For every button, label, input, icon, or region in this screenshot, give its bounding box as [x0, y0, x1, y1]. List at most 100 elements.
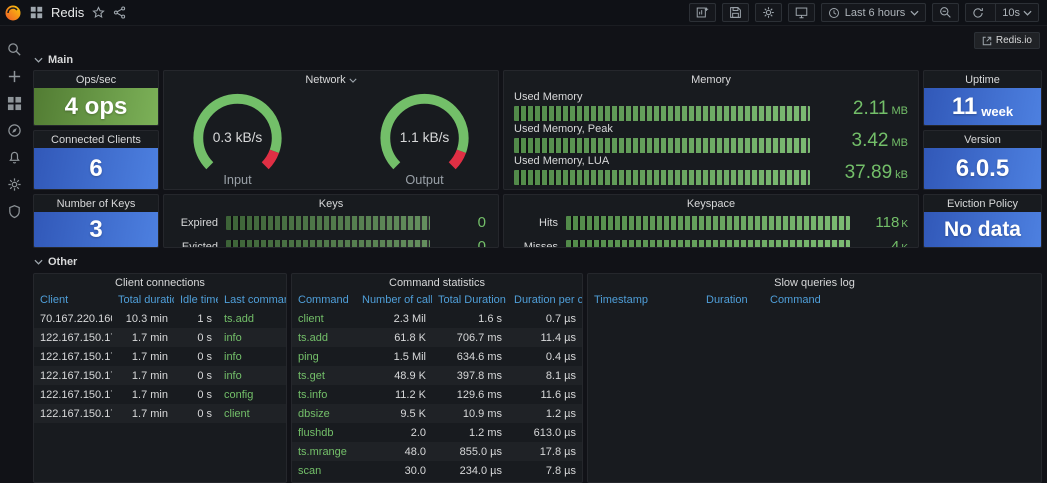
- star-icon[interactable]: [92, 6, 106, 19]
- dashboard-settings-button[interactable]: [754, 3, 782, 22]
- column-header-client[interactable]: Client: [34, 291, 112, 309]
- table-row: 122.167.150.17... 1.7 min 0 s info: [34, 366, 286, 385]
- number-of-keys-stat: 3: [34, 212, 158, 247]
- keyspace-row: Hits 118 K: [514, 214, 908, 232]
- network-gauges: 0.3 kB/s Input 1.1 kB/s Output: [164, 88, 498, 189]
- refresh-icon: [972, 7, 984, 19]
- redis-io-link[interactable]: Redis.io: [973, 32, 1040, 49]
- grafana-logo[interactable]: [4, 4, 22, 22]
- zoom-out-icon: [939, 6, 952, 19]
- section-main-label: Main: [48, 54, 74, 66]
- column-header-duration-per-call[interactable]: Duration per call: [508, 291, 582, 309]
- time-range-picker[interactable]: Last 6 hours: [820, 3, 927, 22]
- panel-title[interactable]: Command statistics: [292, 274, 582, 291]
- bar-gauge-value: 3.42 MB: [851, 130, 908, 151]
- table-row: flushdb 2.0 1.2 ms 613.0 µs: [298, 426, 576, 439]
- save-dashboard-button[interactable]: [721, 3, 749, 22]
- table-row: ts.get 48.9 K 397.8 ms 8.1 µs: [292, 366, 582, 385]
- uptime-stat: 11 week: [924, 88, 1041, 125]
- section-other[interactable]: Other: [33, 254, 1042, 272]
- search-icon[interactable]: [5, 40, 23, 58]
- panel-title[interactable]: Keys: [164, 195, 498, 212]
- refresh-picker[interactable]: 10s: [965, 3, 1039, 22]
- bar-gauge-value: 4K: [890, 238, 908, 248]
- redis-io-link-label: Redis.io: [995, 35, 1032, 46]
- panel-keys: Keys Expired 0 Evicted 0: [163, 194, 499, 248]
- column-header-total-duration[interactable]: Total duratio↓: [112, 291, 174, 309]
- configuration-gear-icon[interactable]: [5, 175, 23, 193]
- output-gauge-label: Output: [405, 172, 444, 187]
- ops-sec-stat: 4 ops: [34, 88, 158, 125]
- bar-gauge: [514, 138, 810, 153]
- panel-client-connections: Client connections Client Total duratio↓…: [33, 273, 287, 483]
- panel-title[interactable]: Client connections: [34, 274, 286, 291]
- column-header-number-of-calls[interactable]: Number of calls: [356, 291, 432, 309]
- bar-gauge-label: Used Memory, Peak: [514, 123, 613, 135]
- bar-gauge-value: 118 K: [875, 214, 908, 231]
- column-header-timestamp[interactable]: Timestamp: [588, 291, 700, 309]
- input-gauge: 0.3 kB/s Input: [193, 93, 282, 187]
- bar-gauge: [226, 216, 430, 230]
- create-plus-icon[interactable]: [5, 67, 23, 85]
- alerting-bell-icon[interactable]: [5, 148, 23, 166]
- zoom-out-button[interactable]: [932, 3, 960, 22]
- memory-row: Used Memory, LUA 37.89 kB: [514, 154, 908, 185]
- panel-title[interactable]: Eviction Policy: [924, 195, 1041, 212]
- server-admin-shield-icon[interactable]: [5, 202, 23, 220]
- share-icon[interactable]: [113, 6, 126, 19]
- panel-title[interactable]: Keyspace: [504, 195, 918, 212]
- bar-gauge-value: 37.89 kB: [844, 162, 908, 183]
- output-gauge-value: 1.1 kB/s: [400, 129, 450, 144]
- bar-gauge: [566, 216, 850, 230]
- chevron-down-icon: [1023, 10, 1032, 16]
- table-row: ping 1.5 Mil 634.6 ms 0.4 µs: [298, 350, 576, 363]
- clock-icon: [828, 7, 840, 19]
- panel-title[interactable]: Number of Keys: [34, 195, 158, 212]
- table-row: 122.167.150.17... 1.7 min 0 s info: [40, 350, 242, 363]
- refresh-button[interactable]: [966, 4, 990, 21]
- table-row: ts.info 11.2 K 129.6 ms 11.6 µs: [298, 388, 576, 401]
- panel-menu-chevron-icon: [349, 78, 357, 83]
- version-value: 6.0.5: [955, 154, 1010, 182]
- column-header-command[interactable]: Command: [764, 291, 1041, 309]
- dashboard-title[interactable]: Redis: [51, 5, 84, 20]
- cycle-view-button[interactable]: [787, 3, 815, 22]
- section-other-label: Other: [48, 256, 78, 268]
- panel-title[interactable]: Connected Clients: [34, 131, 158, 148]
- bar-gauge-label: Evicted: [181, 241, 218, 248]
- panel-command-statistics: Command statistics Command Number of cal…: [291, 273, 583, 483]
- explore-compass-icon[interactable]: [5, 121, 23, 139]
- refresh-interval-dropdown[interactable]: 10s: [995, 4, 1038, 21]
- nav-sidebar: [0, 26, 28, 483]
- column-header-total-duration[interactable]: Total Duration↓: [432, 291, 508, 309]
- panel-title[interactable]: Version: [924, 131, 1041, 148]
- panel-connected-clients: Connected Clients 6: [33, 130, 159, 190]
- memory-bars: Used Memory 2.11 MB Used Memory, Peak 3.…: [504, 88, 918, 189]
- add-panel-button[interactable]: [688, 3, 716, 22]
- dashboards-icon[interactable]: [5, 94, 23, 112]
- panel-title[interactable]: Uptime: [924, 71, 1041, 88]
- panel-network: Network 0.3 kB/s Input 1.1 kB/s Output: [163, 70, 499, 190]
- panel-title[interactable]: Ops/sec: [34, 71, 158, 88]
- panel-title[interactable]: Memory: [504, 71, 918, 88]
- bar-gauge-label: Hits: [539, 217, 558, 229]
- panel-title[interactable]: Network: [164, 71, 498, 88]
- gear-icon: [762, 6, 775, 19]
- section-main[interactable]: Main: [33, 52, 1042, 70]
- panel-number-of-keys: Number of Keys 3: [33, 194, 159, 248]
- panel-uptime: Uptime 11 week: [923, 70, 1042, 126]
- column-header-duration[interactable]: Duration: [700, 291, 764, 309]
- input-gauge-value: 0.3 kB/s: [213, 129, 263, 144]
- panel-title[interactable]: Slow queries log: [588, 274, 1041, 291]
- dashboard-content: Redis.io Main Ops/sec 4 ops Connected Cl…: [28, 26, 1047, 483]
- column-header-idle-time[interactable]: Idle time↓: [174, 291, 218, 309]
- bar-gauge: [566, 240, 850, 247]
- panel-ops-sec: Ops/sec 4 ops: [33, 70, 159, 126]
- number-of-keys-value: 3: [89, 215, 103, 243]
- column-header-command[interactable]: Command: [292, 291, 356, 309]
- save-icon: [729, 6, 742, 19]
- column-header-last-command[interactable]: Last command: [218, 291, 286, 309]
- keyspace-row: Misses 4K: [514, 238, 908, 248]
- memory-row: Used Memory 2.11 MB: [514, 90, 908, 121]
- external-link-icon: [982, 36, 992, 46]
